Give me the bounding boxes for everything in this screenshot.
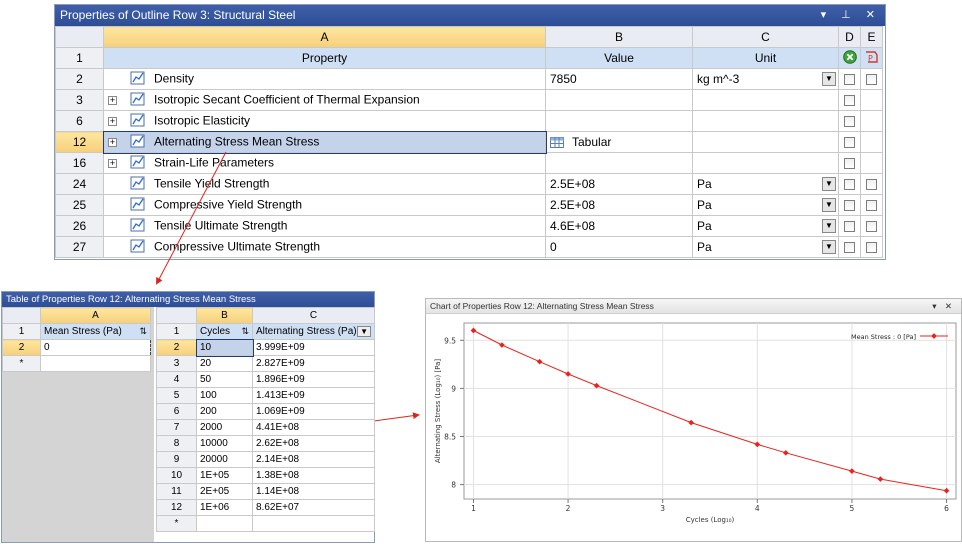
alt-stress-cell[interactable]: 4.41E+08 (252, 419, 375, 436)
x-tick-label: 2 (566, 504, 571, 513)
table-row[interactable]: 1 Mean Stress (Pa) ⇅ (2, 323, 151, 340)
x-axis-label: Cycles (Log₁₀) (686, 516, 735, 524)
cycles-cell[interactable]: 20 (196, 355, 253, 372)
row-number[interactable]: * (156, 515, 197, 532)
arrow-to-table (156, 151, 227, 285)
row-number[interactable]: 2 (2, 339, 41, 356)
cycles-cell[interactable]: 200 (196, 403, 253, 420)
chart-window-title: Chart of Properties Row 12: Alternating … (430, 301, 654, 311)
table-row[interactable]: 4 50 1.896E+09 (156, 371, 375, 388)
mean-stress-table: A 1 Mean Stress (Pa) ⇅ 2 0 * (2, 307, 151, 372)
column-header-c[interactable]: C (252, 307, 375, 324)
cycles-stress-pane: B C 1 Cycles ⇅ Alternating Stress (Pa) ▼ 2 10 3.9… (156, 307, 375, 542)
chart-plot: 1 2 3 4 5 6 8 8.5 9 9.5 Mean Stress : 0 [Pa] Cycles… (434, 322, 957, 524)
column-header-b[interactable]: B (196, 307, 253, 324)
table-row[interactable]: 10 1E+05 1.38E+08 (156, 467, 375, 484)
sort-icon[interactable]: ⇅ (139, 326, 147, 337)
y-axis-label: Alternating Stress (Log₁₀) [Pa] (434, 359, 442, 464)
corner-cell (156, 307, 197, 324)
cycles-stress-table: B C 1 Cycles ⇅ Alternating Stress (Pa) ▼ 2 10 3.9… (156, 307, 375, 532)
arrow-to-chart (373, 412, 420, 422)
y-tick-label: 9.5 (444, 336, 456, 345)
row-number[interactable]: 4 (156, 371, 197, 388)
alt-stress-cell[interactable]: 2.62E+08 (252, 435, 375, 452)
table-window-title: Table of Properties Row 12: Alternating … (2, 292, 374, 307)
x-tick-label: 4 (755, 504, 760, 513)
row-number[interactable]: 2 (156, 339, 197, 356)
row-number[interactable]: 3 (156, 355, 197, 372)
row-number[interactable]: 10 (156, 467, 197, 484)
alt-stress-cell[interactable]: 3.999E+09 (252, 339, 375, 356)
cycles-cell[interactable] (196, 515, 253, 532)
alt-stress-cell[interactable]: 8.62E+07 (252, 499, 375, 516)
y-tick-label: 8.5 (444, 432, 456, 441)
table-row[interactable]: * (2, 355, 151, 372)
mean-stress-label: Mean Stress (Pa) (44, 326, 122, 337)
cycles-cell[interactable]: 1E+06 (196, 499, 253, 516)
y-tick-label: 9 (451, 384, 456, 393)
table-properties-window: Table of Properties Row 12: Alternating … (1, 291, 375, 543)
alt-stress-cell[interactable]: 1.413E+09 (252, 387, 375, 404)
corner-cell (2, 307, 41, 324)
mean-stress-cell[interactable] (40, 355, 151, 372)
row-number[interactable]: 5 (156, 387, 197, 404)
table-row[interactable]: 8 10000 2.62E+08 (156, 435, 375, 452)
table-row[interactable]: 7 2000 4.41E+08 (156, 419, 375, 436)
cycles-cell[interactable]: 2E+05 (196, 483, 253, 500)
x-tick-label: 6 (944, 504, 949, 513)
alt-stress-header: Alternating Stress (Pa) ▼ (252, 323, 375, 340)
cycles-cell[interactable]: 1E+05 (196, 467, 253, 484)
mean-stress-cell[interactable]: 0 (40, 339, 151, 356)
column-header-a[interactable]: A (40, 307, 151, 324)
row-number[interactable]: 12 (156, 499, 197, 516)
alt-stress-cell[interactable]: 2.14E+08 (252, 451, 375, 468)
cycles-cell[interactable]: 10 (195, 338, 254, 357)
row-number[interactable]: 7 (156, 419, 197, 436)
y-tick-label: 8 (451, 481, 456, 490)
cycles-label: Cycles (200, 326, 231, 337)
alt-stress-label: Alternating Stress (Pa) (256, 326, 357, 337)
alt-stress-cell[interactable]: 1.14E+08 (252, 483, 375, 500)
row-number[interactable]: 6 (156, 403, 197, 420)
legend-label: Mean Stress : 0 [Pa] (851, 333, 916, 341)
mean-stress-header: Mean Stress (Pa) ⇅ (40, 323, 151, 340)
alt-stress-cell[interactable]: 1.38E+08 (252, 467, 375, 484)
chart-properties-window: Chart of Properties Row 12: Alternating … (425, 298, 962, 542)
row-number[interactable]: 1 (156, 323, 197, 340)
x-tick-label: 3 (660, 504, 665, 513)
cycles-cell[interactable]: 10000 (196, 435, 253, 452)
table-row[interactable]: 11 2E+05 1.14E+08 (156, 483, 375, 500)
plot-area (463, 322, 957, 500)
alt-stress-cell[interactable]: 1.896E+09 (252, 371, 375, 388)
dropdown-icon[interactable]: ▼ (357, 326, 371, 337)
chart-window-titlebar: Chart of Properties Row 12: Alternating … (426, 299, 961, 314)
mean-stress-pane: A 1 Mean Stress (Pa) ⇅ 2 0 * (2, 307, 154, 542)
cycles-cell[interactable]: 20000 (196, 451, 253, 468)
row-number[interactable]: 8 (156, 435, 197, 452)
table-row[interactable]: 9 20000 2.14E+08 (156, 451, 375, 468)
cycles-cell[interactable]: 100 (196, 387, 253, 404)
x-tick-label: 5 (850, 504, 855, 513)
alt-stress-cell[interactable] (252, 515, 375, 532)
table-row[interactable]: 12 1E+06 8.62E+07 (156, 499, 375, 516)
row-number[interactable]: 11 (156, 483, 197, 500)
cycles-cell[interactable]: 2000 (196, 419, 253, 436)
row-number[interactable]: 1 (2, 323, 41, 340)
row-number[interactable]: * (2, 355, 41, 372)
table-row[interactable]: * (156, 515, 375, 532)
alt-stress-cell[interactable]: 2.827E+09 (252, 355, 375, 372)
table-row[interactable]: 2 10 3.999E+09 (156, 338, 375, 357)
alt-stress-cell[interactable]: 1.069E+09 (252, 403, 375, 420)
chart-window-controls[interactable]: ▾ ✕ (932, 299, 955, 314)
x-tick-label: 1 (471, 504, 476, 513)
table-row[interactable]: 6 200 1.069E+09 (156, 403, 375, 420)
cycles-cell[interactable]: 50 (196, 371, 253, 388)
sort-icon[interactable]: ⇅ (241, 326, 249, 337)
table-row[interactable]: 5 100 1.413E+09 (156, 387, 375, 404)
table-row[interactable]: 3 20 2.827E+09 (156, 355, 375, 372)
cycles-header: Cycles ⇅ (196, 323, 253, 340)
table-row[interactable]: 20 (2, 339, 151, 356)
row-number[interactable]: 9 (156, 451, 197, 468)
